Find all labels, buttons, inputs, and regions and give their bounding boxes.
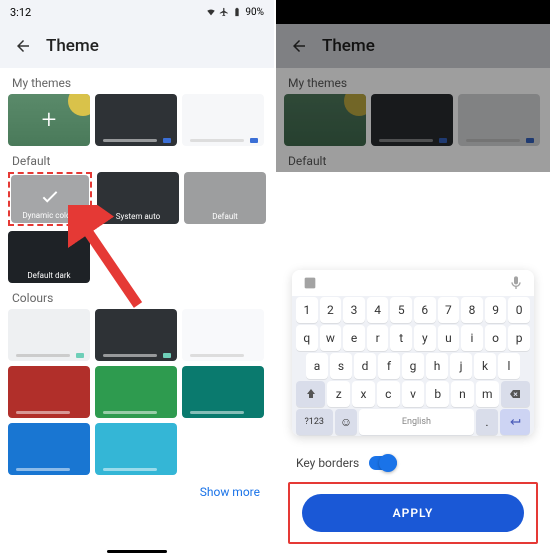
period-key[interactable]: . — [476, 409, 499, 435]
colour-light[interactable] — [8, 309, 90, 361]
colour-white[interactable] — [182, 309, 264, 361]
status-time: 3:12 — [10, 6, 31, 19]
key-r[interactable]: r — [367, 325, 389, 351]
key-1[interactable]: 1 — [296, 297, 318, 323]
right-phone: Theme My themes Default 1234567890 qwert… — [276, 0, 550, 556]
keyboard-preview-panel: 1234567890 qwertyuiop asdfghjkl zxcvbnm … — [276, 258, 550, 556]
show-more-link[interactable]: Show more — [0, 475, 274, 509]
my-theme-dark[interactable] — [95, 94, 177, 146]
status-bar — [276, 0, 550, 24]
wifi-icon — [206, 7, 216, 17]
key-w[interactable]: w — [320, 325, 342, 351]
key-9[interactable]: 9 — [485, 297, 507, 323]
key-0[interactable]: 0 — [508, 297, 530, 323]
key-u[interactable]: u — [438, 325, 460, 351]
mic-icon[interactable] — [508, 275, 524, 291]
key-n[interactable]: n — [451, 381, 474, 407]
key-s[interactable]: s — [330, 353, 352, 379]
key-p[interactable]: p — [508, 325, 530, 351]
highlight-dynamic-colour: Dynamic colour — [8, 172, 92, 226]
key-i[interactable]: i — [461, 325, 483, 351]
colour-green[interactable] — [95, 366, 177, 418]
key-7[interactable]: 7 — [438, 297, 460, 323]
key-l[interactable]: l — [498, 353, 520, 379]
colour-blue[interactable] — [8, 423, 90, 475]
key-y[interactable]: y — [414, 325, 436, 351]
key-v[interactable]: v — [402, 381, 425, 407]
key-3[interactable]: 3 — [343, 297, 365, 323]
section-default: Default — [0, 146, 274, 172]
check-icon — [39, 185, 61, 207]
airplane-icon — [219, 7, 229, 17]
theme-system-auto[interactable]: System auto — [97, 172, 179, 224]
key-k[interactable]: k — [474, 353, 496, 379]
back-icon[interactable] — [14, 37, 32, 55]
theme-dynamic-colour[interactable]: Dynamic colour — [11, 175, 89, 223]
colour-cyan[interactable] — [95, 423, 177, 475]
key-b[interactable]: b — [426, 381, 449, 407]
spacebar[interactable]: English — [359, 409, 473, 435]
theme-default-dark[interactable]: Default dark — [8, 231, 90, 283]
colour-red[interactable] — [8, 366, 90, 418]
key-c[interactable]: c — [377, 381, 400, 407]
swatch-icon[interactable] — [302, 275, 318, 291]
key-e[interactable]: e — [343, 325, 365, 351]
keyboard-preview: 1234567890 qwertyuiop asdfghjkl zxcvbnm … — [292, 270, 534, 436]
key-8[interactable]: 8 — [461, 297, 483, 323]
enter-key[interactable] — [500, 409, 530, 435]
shift-key[interactable] — [296, 381, 325, 407]
key-d[interactable]: d — [354, 353, 376, 379]
status-bar: 3:12 90% — [0, 0, 274, 24]
highlight-apply: APPLY — [288, 482, 538, 544]
left-phone: 3:12 90% Theme My themes + Default — [0, 0, 274, 556]
apply-button[interactable]: APPLY — [302, 494, 524, 532]
plus-icon: + — [42, 105, 57, 135]
battery-icon — [232, 7, 242, 17]
backspace-key[interactable] — [501, 381, 530, 407]
my-theme-add[interactable]: + — [8, 94, 90, 146]
key-q[interactable]: q — [296, 325, 318, 351]
key-a[interactable]: a — [306, 353, 328, 379]
key-m[interactable]: m — [476, 381, 499, 407]
section-my-themes: My themes — [0, 68, 274, 94]
emoji-key[interactable]: ☺ — [335, 409, 358, 435]
colour-dark[interactable] — [95, 309, 177, 361]
key-z[interactable]: z — [327, 381, 350, 407]
section-colours: Colours — [0, 283, 274, 309]
key-4[interactable]: 4 — [367, 297, 389, 323]
header: Theme — [0, 24, 274, 68]
key-2[interactable]: 2 — [320, 297, 342, 323]
my-theme-light[interactable] — [182, 94, 264, 146]
key-g[interactable]: g — [402, 353, 424, 379]
key-j[interactable]: j — [450, 353, 472, 379]
page-title: Theme — [46, 36, 99, 56]
theme-default[interactable]: Default — [184, 172, 266, 224]
key-borders-label: Key borders — [296, 456, 359, 470]
nav-pill — [107, 550, 167, 553]
key-o[interactable]: o — [485, 325, 507, 351]
battery-pct: 90% — [245, 7, 264, 18]
symbols-key[interactable]: ?123 — [296, 409, 333, 435]
key-5[interactable]: 5 — [390, 297, 412, 323]
key-f[interactable]: f — [378, 353, 400, 379]
dim-overlay — [276, 24, 550, 172]
key-x[interactable]: x — [352, 381, 375, 407]
colour-teal[interactable] — [182, 366, 264, 418]
key-t[interactable]: t — [390, 325, 412, 351]
key-h[interactable]: h — [426, 353, 448, 379]
key-6[interactable]: 6 — [414, 297, 436, 323]
key-borders-toggle[interactable] — [369, 456, 397, 470]
